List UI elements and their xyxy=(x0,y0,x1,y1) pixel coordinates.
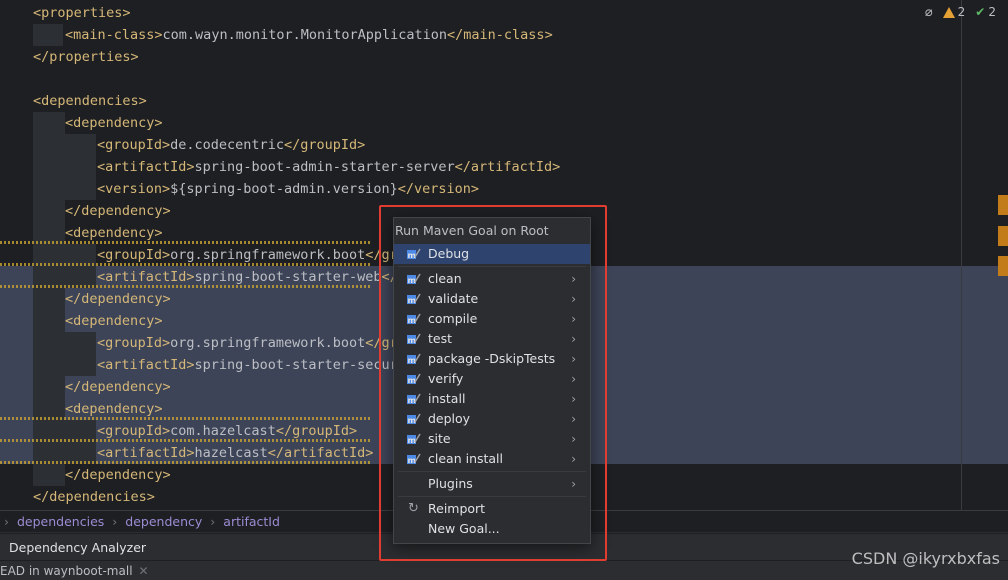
code-line[interactable]: <main-class>com.wayn.monitor.MonitorAppl… xyxy=(65,24,553,46)
indent-guide xyxy=(33,112,65,486)
xml-tag: </dependency> xyxy=(65,203,171,219)
scrollbar-warning-marker[interactable] xyxy=(998,226,1008,246)
xml-text: com.wayn.monitor.MonitorApplication xyxy=(162,27,448,43)
code-line[interactable]: <artifactId>hazelcast</artifactId> xyxy=(0,442,374,464)
checks-counter[interactable]: ✔ 2 xyxy=(975,5,996,19)
xml-tag: </groupId> xyxy=(275,423,358,439)
xml-tag: <dependency> xyxy=(65,313,163,329)
breadcrumb-separator: › xyxy=(210,514,216,529)
code-line[interactable]: <artifactId>spring-boot-starter-secur xyxy=(97,354,398,376)
code-line[interactable]: <dependencies> xyxy=(33,90,147,112)
code-line[interactable]: <groupId>de.codecentric</groupId> xyxy=(97,134,365,156)
scrollbar-warning-marker[interactable] xyxy=(998,256,1008,276)
code-line[interactable]: <dependency> xyxy=(65,310,163,332)
warning-underline xyxy=(0,461,370,464)
xml-text: org.springframework.boot xyxy=(170,247,366,263)
xml-tag: <dependency> xyxy=(65,115,163,131)
xml-tag: <dependencies> xyxy=(33,93,147,109)
close-icon[interactable]: ✕ xyxy=(139,564,149,578)
scrollbar-warning-marker[interactable] xyxy=(998,195,1008,215)
xml-tag: </artifactId> xyxy=(454,159,561,175)
warning-icon xyxy=(942,6,955,18)
xml-tag: <version> xyxy=(97,181,171,197)
xml-tag: <groupId> xyxy=(97,247,171,263)
xml-tag: <groupId> xyxy=(97,423,171,439)
xml-text: spring-boot-starter-secur xyxy=(194,357,398,373)
code-line[interactable]: </properties> xyxy=(33,46,139,68)
code-line[interactable]: </dependencies> xyxy=(33,486,155,508)
warnings-counter[interactable]: 2 xyxy=(942,5,965,19)
indent-guide xyxy=(65,244,96,288)
code-line[interactable]: <dependency> xyxy=(65,112,163,134)
code-line[interactable]: <groupId>org.springframework.boot</gr xyxy=(97,332,398,354)
breadcrumb-separator: › xyxy=(4,514,9,529)
xml-tag: <main-class> xyxy=(65,27,163,43)
xml-tag: </properties> xyxy=(33,49,139,65)
xml-tag: </dependencies> xyxy=(33,489,155,505)
code-line[interactable]: <artifactId>spring-boot-starter-web</ xyxy=(0,266,398,288)
xml-tag: <groupId> xyxy=(97,335,171,351)
xml-tag: </dependency> xyxy=(65,291,171,307)
code-line[interactable]: <groupId>org.springframework.boot</gr xyxy=(0,244,398,266)
xml-tag: </dependency> xyxy=(65,467,171,483)
double-check-icon: ✔ xyxy=(975,5,986,19)
xml-tag: </version> xyxy=(397,181,480,197)
reader-mode-icon[interactable]: ⌀ xyxy=(925,5,933,20)
code-line[interactable]: <version>${spring-boot-admin.version}</v… xyxy=(97,178,479,200)
breadcrumb-item[interactable]: artifactId xyxy=(223,514,280,529)
code-line[interactable]: </dependency> xyxy=(65,288,171,310)
xml-tag: </groupId> xyxy=(283,137,366,153)
status-text: EAD in waynboot-mall xyxy=(0,563,133,578)
indent-guide xyxy=(33,24,63,46)
xml-tag: <dependency> xyxy=(65,401,163,417)
breadcrumb-separator: › xyxy=(112,514,118,529)
xml-tag: <artifactId> xyxy=(97,357,195,373)
xml-tag: </dependency> xyxy=(65,379,171,395)
dependency-analyzer-tab[interactable]: Dependency Analyzer xyxy=(9,540,146,555)
xml-tag: <dependency> xyxy=(65,225,163,241)
annotation-highlight-box xyxy=(379,205,607,561)
xml-text: spring-boot-starter-web xyxy=(194,269,382,285)
xml-text: ${spring-boot-admin.version} xyxy=(170,181,398,197)
xml-tag: </artifactId> xyxy=(267,445,374,461)
code-line[interactable]: <artifactId>spring-boot-admin-starter-se… xyxy=(97,156,560,178)
indent-guide xyxy=(65,332,96,376)
right-margin-line xyxy=(961,0,962,510)
indent-guide xyxy=(65,134,96,200)
xml-text: com.hazelcast xyxy=(170,423,276,439)
xml-tag: <properties> xyxy=(33,5,131,21)
breadcrumb-item[interactable]: dependencies xyxy=(17,514,104,529)
xml-text: org.springframework.boot xyxy=(170,335,366,351)
code-line[interactable]: </dependency> xyxy=(65,464,171,486)
code-line[interactable]: <dependency> xyxy=(0,222,370,244)
code-line[interactable]: <properties> xyxy=(33,2,131,24)
code-line[interactable]: <groupId>com.hazelcast</groupId> xyxy=(0,420,370,442)
xml-text: spring-boot-admin-starter-server xyxy=(194,159,455,175)
watermark: CSDN @ikyrxbxfas xyxy=(851,549,1000,568)
xml-tag: <artifactId> xyxy=(97,445,195,461)
breadcrumb-item[interactable]: dependency xyxy=(125,514,202,529)
xml-tag: <groupId> xyxy=(97,137,171,153)
code-line[interactable]: </dependency> xyxy=(65,200,171,222)
inspection-widget[interactable]: ⌀ 2 ✔ 2 xyxy=(925,3,996,21)
xml-text: hazelcast xyxy=(194,445,268,461)
code-line[interactable]: </dependency> xyxy=(65,376,171,398)
xml-tag: <artifactId> xyxy=(97,269,195,285)
xml-text: de.codecentric xyxy=(170,137,284,153)
xml-tag: <artifactId> xyxy=(97,159,195,175)
code-line[interactable]: <dependency> xyxy=(0,398,370,420)
xml-tag: </main-class> xyxy=(447,27,553,43)
warning-underline xyxy=(0,285,370,288)
indent-guide xyxy=(65,420,96,464)
